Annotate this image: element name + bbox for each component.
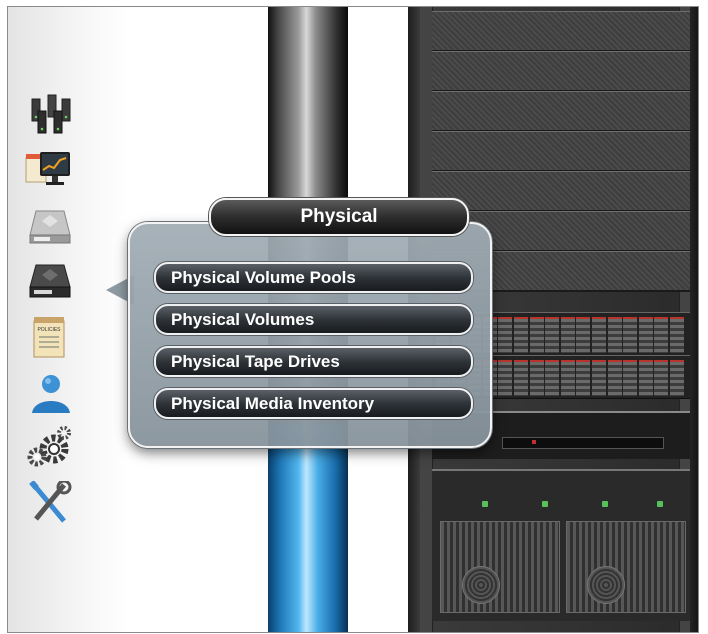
- drive-slot: [670, 360, 684, 396]
- drive-slot: [592, 317, 606, 353]
- physical-storage-icon[interactable]: [24, 259, 74, 303]
- drive-slot: [560, 360, 575, 396]
- rack-unit: [432, 91, 690, 132]
- physical-menu-popup: Physical Physical Volume Pools Physical …: [128, 198, 492, 448]
- tools-icon[interactable]: [24, 481, 74, 525]
- drive-slot: [545, 360, 560, 396]
- virtual-storage-icon-graphic: [29, 210, 71, 244]
- drive-slot: [638, 317, 653, 353]
- servers-icon-graphic: [31, 94, 71, 134]
- rack-unit: [432, 131, 690, 172]
- physical-storage-icon-graphic: [29, 264, 71, 298]
- menu-item-physical-volume-pools[interactable]: Physical Volume Pools: [154, 262, 473, 293]
- drive-slot: [545, 317, 560, 353]
- drive-slot: [498, 360, 513, 396]
- status-led: [657, 501, 663, 507]
- rack-unit: [432, 51, 690, 92]
- fan: [587, 566, 625, 604]
- drive-slot: [529, 317, 544, 353]
- drive-slot: [498, 317, 513, 353]
- vent-panel: [440, 521, 560, 613]
- status-led: [532, 440, 536, 444]
- user-icon[interactable]: [24, 371, 74, 415]
- monitoring-icon[interactable]: [24, 148, 74, 192]
- policies-icon-label: POLICIES: [37, 327, 61, 333]
- stage: POLICIES Physical Physical Volume Pools: [0, 0, 708, 634]
- drive-slot: [654, 317, 669, 353]
- menu-item-physical-media-inventory[interactable]: Physical Media Inventory: [154, 388, 473, 419]
- menu-item-physical-volumes[interactable]: Physical Volumes: [154, 304, 473, 335]
- drive-slot: [576, 317, 591, 353]
- drive-slot: [592, 360, 606, 396]
- gears-icon-graphic: [27, 426, 71, 467]
- tools-icon-graphic: [29, 481, 72, 523]
- drive-slot: [670, 317, 684, 353]
- rack-unit: [432, 171, 690, 212]
- storage-enclosure: [432, 469, 690, 621]
- drive-slot: [623, 360, 638, 396]
- status-led: [602, 501, 608, 507]
- fan: [462, 566, 500, 604]
- servers-icon[interactable]: [24, 93, 74, 137]
- drive-slot: [607, 317, 622, 353]
- policies-icon-graphic: POLICIES: [33, 317, 65, 358]
- policies-icon[interactable]: POLICIES: [24, 315, 74, 359]
- status-led: [482, 501, 488, 507]
- drive-slot: [560, 317, 575, 353]
- drive-slot: [638, 360, 653, 396]
- drive-slot: [514, 360, 528, 396]
- menu-item-physical-tape-drives[interactable]: Physical Tape Drives: [154, 346, 473, 377]
- virtual-storage-icon[interactable]: [24, 205, 74, 249]
- window-frame: POLICIES Physical Physical Volume Pools: [7, 6, 699, 633]
- pole-blue-section: [268, 425, 348, 632]
- drive-slot: [607, 360, 622, 396]
- monitoring-icon-graphic: [25, 152, 70, 185]
- drive-slot: [514, 317, 528, 353]
- drive-slot: [529, 360, 544, 396]
- status-led: [542, 501, 548, 507]
- drive-slot: [623, 317, 638, 353]
- drive-slot: [654, 360, 669, 396]
- drive-slot: [576, 360, 591, 396]
- rack-unit: [432, 11, 690, 52]
- vent-panel: [566, 521, 686, 613]
- gears-icon[interactable]: [24, 425, 74, 469]
- drive-slot: [502, 437, 664, 449]
- user-icon-graphic: [32, 375, 70, 413]
- popup-title: Physical: [209, 198, 469, 236]
